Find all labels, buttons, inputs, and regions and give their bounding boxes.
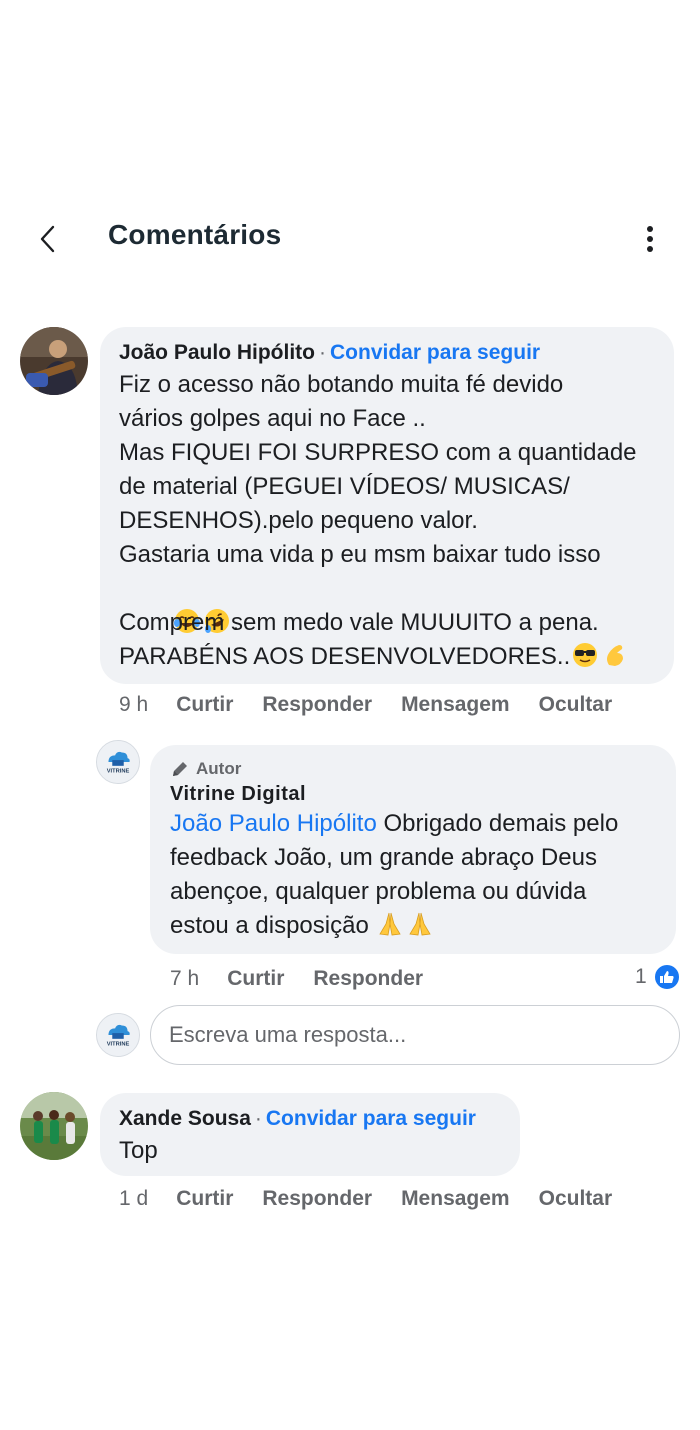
comment-line: PARABÉNS AOS DESENVOLVEDORES..: [119, 643, 571, 670]
comments-screen: Comentários João Paulo Hipólito · Convidar…: [0, 0, 700, 1430]
reply-line: feedback João, um grande abraço Deus: [170, 844, 597, 871]
sunglasses-emoji-icon: [573, 643, 598, 667]
author-badge: Autor: [170, 759, 618, 779]
comment-text: Top: [119, 1137, 158, 1164]
author-name[interactable]: Xande Sousa: [119, 1107, 251, 1130]
comment-bubble-joao: João Paulo Hipólito · Convidar para seguir…: [100, 327, 674, 684]
like-action[interactable]: Curtir: [176, 1187, 233, 1211]
comment-line: vários golpes aqui no Face ..: [119, 405, 426, 432]
mention-link[interactable]: João Paulo Hipólito: [170, 810, 377, 837]
author-name[interactable]: João Paulo Hipólito: [119, 341, 315, 364]
reply-last-line: estou a disposição: [170, 909, 618, 943]
reply-line: estou a disposição: [170, 912, 376, 939]
reply-action[interactable]: Responder: [262, 1187, 372, 1211]
svg-text:VITRINE: VITRINE: [107, 769, 130, 775]
emoji-line: .: [119, 572, 637, 636]
reply-line: abençoe, qualquer problema ou dúvida: [170, 878, 587, 905]
comment-header: João Paulo Hipólito · Convidar para seguir: [119, 341, 540, 365]
reply-action[interactable]: Responder: [262, 693, 372, 717]
pencil-icon: [173, 762, 187, 776]
comment-text: Fiz o acesso não botando muita fé devido…: [119, 368, 637, 674]
folded-hands-emoji-icon: [379, 912, 402, 936]
reply-line: Obrigado demais pelo: [376, 810, 619, 837]
reply-input[interactable]: [169, 1022, 679, 1048]
reaction-count[interactable]: 1: [635, 963, 681, 991]
reply-action[interactable]: Responder: [313, 967, 423, 991]
comment-actions: 9 h Curtir Responder Mensagem Ocultar: [119, 693, 641, 717]
more-vertical-icon: [647, 226, 653, 252]
svg-text:VITRINE: VITRINE: [107, 1042, 130, 1048]
separator-dot: ·: [319, 341, 327, 364]
reply-input-field[interactable]: [150, 1005, 680, 1065]
avatar-vitrine[interactable]: VITRINE: [96, 740, 140, 784]
folded-hands-emoji-icon: [409, 912, 432, 936]
like-count-value: 1: [635, 965, 647, 988]
avatar-xande[interactable]: [20, 1092, 88, 1160]
comment-line: Comprem sem medo vale MUUUITO a pena.: [119, 609, 599, 636]
comment-line: Gastaria uma vida p eu msm baixar tudo i…: [119, 541, 601, 568]
comment-bubble-xande: Xande Sousa · Convidar para seguir Top: [100, 1093, 520, 1176]
thumbs-up-icon: [652, 963, 681, 991]
timestamp: 1 d: [119, 1187, 149, 1210]
message-action[interactable]: Mensagem: [401, 1187, 510, 1211]
reply-actions: 7 h Curtir Responder: [170, 967, 452, 991]
comment-line: Mas FIQUEI FOI SURPRESO com a quantidade: [119, 439, 637, 466]
header: Comentários: [0, 205, 700, 269]
comment-line: de material (PEGUEI VÍDEOS/ MUSICAS/: [119, 473, 570, 500]
like-action[interactable]: Curtir: [176, 693, 233, 717]
comment-actions: 1 d Curtir Responder Mensagem Ocultar: [119, 1187, 641, 1211]
comment-last-line: PARABÉNS AOS DESENVOLVEDORES..: [119, 640, 637, 674]
back-button[interactable]: [28, 219, 68, 259]
hide-action[interactable]: Ocultar: [539, 693, 613, 717]
page-name[interactable]: Vitrine Digital: [170, 783, 618, 806]
reply-first-line: João Paulo Hipólito Obrigado demais pelo: [170, 807, 618, 841]
follow-link[interactable]: Convidar para seguir: [266, 1107, 476, 1130]
hide-action[interactable]: Ocultar: [539, 1187, 613, 1211]
chevron-left-icon: [40, 225, 55, 253]
more-options-button[interactable]: [630, 217, 670, 261]
comment-header: Xande Sousa · Convidar para seguir: [119, 1107, 476, 1131]
like-action[interactable]: Curtir: [227, 967, 284, 991]
author-badge-label: Autor: [196, 759, 242, 778]
separator-dot: ·: [254, 1107, 262, 1130]
page-title: Comentários: [108, 219, 282, 250]
avatar-current-user: VITRINE: [96, 1013, 140, 1057]
comment-line: DESENHOS).pelo pequeno valor.: [119, 507, 478, 534]
pinching-hand-emoji-icon: [607, 645, 624, 666]
comment-line: Fiz o acesso não botando muita fé devido: [119, 371, 564, 398]
reply-content: Autor Vitrine Digital João Paulo Hipólit…: [170, 759, 618, 943]
timestamp: 7 h: [170, 967, 200, 990]
message-action[interactable]: Mensagem: [401, 693, 510, 717]
reply-bubble-vitrine: Autor Vitrine Digital João Paulo Hipólit…: [150, 745, 676, 954]
follow-link[interactable]: Convidar para seguir: [330, 341, 540, 364]
timestamp: 9 h: [119, 693, 149, 716]
avatar-joao[interactable]: [20, 327, 88, 395]
